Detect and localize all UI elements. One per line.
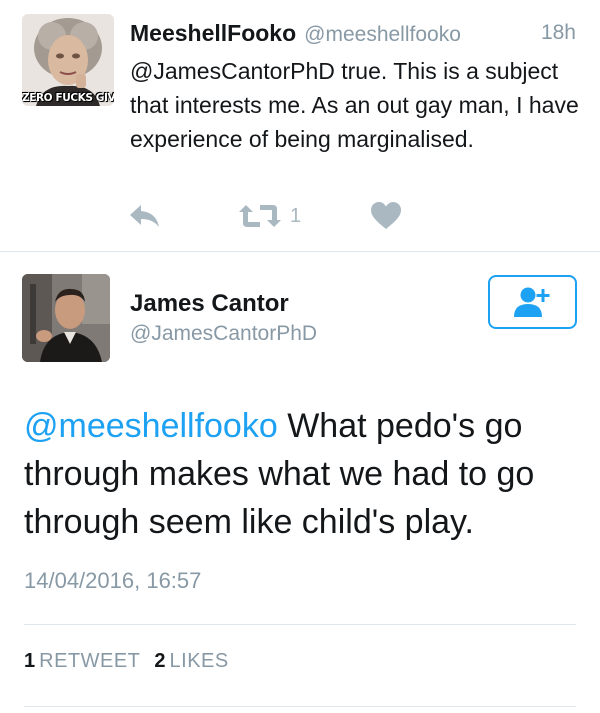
avatar[interactable]: ZERO FUCKS GIVEN [22, 14, 114, 106]
tweet-stats: 1 RETWEET 2 LIKES [24, 650, 229, 673]
reply-timestamp[interactable]: 18h [541, 18, 576, 48]
author-name[interactable]: James Cantor [130, 290, 289, 318]
retweet-label: RETWEET [39, 650, 141, 672]
reply-author-handle[interactable]: @meeshellfooko [304, 23, 461, 46]
tweet-timestamp: 14/04/2016, 16:57 [24, 568, 202, 593]
retweet-count: 1 [290, 204, 302, 227]
avatar-caption: ZERO FUCKS GIVEN [22, 92, 114, 104]
retweet-total: 1 [24, 650, 36, 672]
divider [24, 624, 576, 625]
retweet-icon [239, 205, 281, 227]
reply-action-bar: 1 [128, 196, 428, 236]
follow-button[interactable] [488, 275, 577, 329]
reply-author-name[interactable]: MeeshellFooko [130, 20, 296, 46]
tweet-mention-link[interactable]: @meeshellfooko [24, 407, 278, 445]
like-total: 2 [154, 650, 166, 672]
author-avatar-photo [22, 274, 110, 362]
author-avatar[interactable] [22, 274, 110, 362]
reply-header: MeeshellFooko @meeshellfooko 18h [130, 18, 584, 48]
author-handle[interactable]: @JamesCantorPhD [130, 322, 317, 346]
like-label: LIKES [169, 650, 229, 672]
retweets-stat[interactable]: 1 RETWEET [24, 650, 140, 672]
heart-icon [371, 202, 401, 229]
divider [24, 706, 576, 707]
retweet-button[interactable]: 1 [238, 196, 301, 236]
reply-icon [130, 205, 159, 227]
add-user-icon [513, 287, 549, 317]
tweet-text: @meeshellfooko What pedo's go through ma… [24, 402, 584, 546]
reply-tweet[interactable]: ZERO FUCKS GIVEN MeeshellFooko @meeshellf… [0, 0, 600, 252]
likes-stat[interactable]: 2 LIKES [154, 650, 228, 672]
like-button[interactable] [370, 196, 402, 236]
reply-text: @JamesCantorPhD true. This is a subject … [130, 58, 579, 152]
reply-button[interactable] [128, 196, 162, 236]
